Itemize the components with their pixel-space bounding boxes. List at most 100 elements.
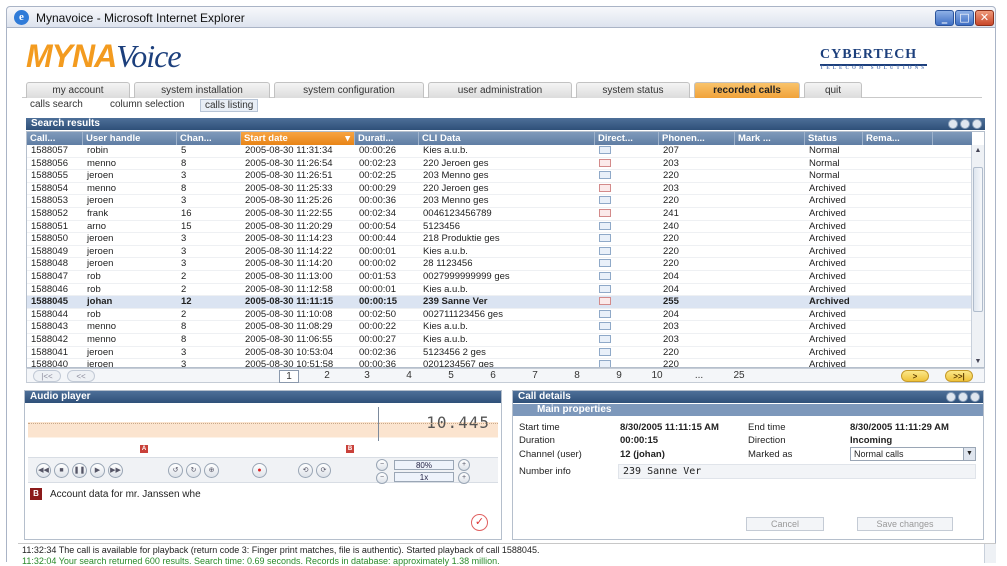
tab-system-configuration[interactable]: system configuration: [274, 82, 424, 98]
page-3[interactable]: 3: [357, 370, 377, 381]
table-row[interactable]: 1588049 jeroen 3 2005-08-30 11:14:22 00:00:0…: [27, 246, 972, 259]
rewind-icon[interactable]: ◀◀: [36, 463, 51, 478]
page-5[interactable]: 5: [441, 370, 461, 381]
pause-icon[interactable]: ❚❚: [72, 463, 87, 478]
cell-call: 1588051: [31, 220, 68, 232]
playhead[interactable]: [378, 407, 379, 441]
col-call[interactable]: Call...: [27, 132, 83, 145]
panel-maximize-icon[interactable]: [960, 119, 970, 129]
col-direction[interactable]: Direct...: [595, 132, 659, 145]
subtab-calls-search[interactable]: calls search: [30, 99, 83, 112]
marker-a[interactable]: A: [140, 445, 148, 453]
speed-down-icon[interactable]: −: [376, 472, 388, 484]
speed-up-icon[interactable]: +: [458, 472, 470, 484]
col-duration[interactable]: Durati...: [355, 132, 419, 145]
col-phone-number[interactable]: Phonen...: [659, 132, 735, 145]
tab-my-account[interactable]: my account: [26, 82, 130, 98]
prev-page-button[interactable]: <<: [67, 370, 95, 382]
page-10[interactable]: 10: [647, 370, 667, 381]
table-row[interactable]: 1588040 jeroen 3 2005-08-30 10:51:58 00:00:3…: [27, 359, 972, 367]
scroll-up-icon[interactable]: ▲: [973, 146, 983, 156]
skip-back-icon[interactable]: ⟲: [298, 463, 313, 478]
main-properties-header[interactable]: Main properties: [513, 404, 983, 416]
table-row[interactable]: 1588053 jeroen 3 2005-08-30 11:25:26 00:00:3…: [27, 195, 972, 208]
col-remarks[interactable]: Rema...: [863, 132, 933, 145]
col-start-date[interactable]: Start date ▾: [241, 132, 355, 145]
table-row[interactable]: 1588048 jeroen 3 2005-08-30 11:14:20 00:00:0…: [27, 258, 972, 271]
cell-status: Archived: [809, 271, 846, 282]
page-4[interactable]: 4: [399, 370, 419, 381]
skip-forward-icon[interactable]: ⟳: [316, 463, 331, 478]
table-row[interactable]: 1588042 menno 8 2005-08-30 11:06:55 00:00:27…: [27, 334, 972, 347]
table-row[interactable]: 1588047 rob 2 2005-08-30 11:13:00 00:01:53 00…: [27, 271, 972, 284]
table-row[interactable]: 1588052 frank 16 2005-08-30 11:22:55 00:02:3…: [27, 208, 972, 221]
details-maximize-icon[interactable]: [958, 392, 968, 402]
first-page-button[interactable]: |<<: [33, 370, 61, 382]
subtab-calls-listing[interactable]: calls listing: [200, 99, 259, 112]
note-text[interactable]: Account data for mr. Janssen whe: [50, 489, 201, 500]
table-row[interactable]: 1588046 rob 2 2005-08-30 11:12:58 00:00:01 Ki…: [27, 284, 972, 297]
speed-field[interactable]: 1x: [394, 472, 454, 482]
tab-system-status[interactable]: system status: [576, 82, 690, 98]
table-row[interactable]: 1588041 jeroen 3 2005-08-30 10:53:04 00:02:3…: [27, 347, 972, 360]
details-restore-icon[interactable]: [946, 392, 956, 402]
fast-forward-icon[interactable]: ▶▶: [108, 463, 123, 478]
scroll-down-icon[interactable]: ▼: [973, 357, 983, 367]
loop-back-icon[interactable]: ↺: [168, 463, 183, 478]
col-cli-data[interactable]: CLI Data: [419, 132, 595, 145]
col-user-handle[interactable]: User handle: [83, 132, 177, 145]
tab-quit[interactable]: quit: [804, 82, 862, 98]
subtab-column-selection[interactable]: column selection: [110, 99, 184, 112]
page-8[interactable]: 8: [567, 370, 587, 381]
tab-system-installation[interactable]: system installation: [134, 82, 270, 98]
page-7[interactable]: 7: [525, 370, 545, 381]
table-row[interactable]: 1588044 rob 2 2005-08-30 11:10:08 00:02:50 00…: [27, 309, 972, 322]
last-page-button[interactable]: >>|: [945, 370, 973, 382]
page-1[interactable]: 1: [279, 370, 299, 383]
log-scrollbar[interactable]: [984, 544, 996, 563]
panel-close-icon[interactable]: [972, 119, 982, 129]
maximize-button[interactable]: □: [955, 10, 974, 26]
table-row[interactable]: 1588043 menno 8 2005-08-30 11:08:29 00:00:22…: [27, 321, 972, 334]
volume-up-icon[interactable]: +: [458, 459, 470, 471]
next-page-button[interactable]: >: [901, 370, 929, 382]
save-changes-button[interactable]: Save changes: [857, 517, 953, 531]
table-row[interactable]: 1588050 jeroen 3 2005-08-30 11:14:23 00:00:4…: [27, 233, 972, 246]
volume-down-icon[interactable]: −: [376, 459, 388, 471]
table-row[interactable]: 1588056 menno 8 2005-08-30 11:26:54 00:02:23…: [27, 158, 972, 171]
scroll-thumb[interactable]: [973, 167, 983, 312]
stop-icon[interactable]: ■: [54, 463, 69, 478]
col-mark[interactable]: Mark ...: [735, 132, 805, 145]
volume-field[interactable]: 80%: [394, 460, 454, 470]
table-row[interactable]: 1588055 jeroen 3 2005-08-30 11:26:51 00:02:2…: [27, 170, 972, 183]
page-9[interactable]: 9: [609, 370, 629, 381]
details-close-icon[interactable]: [970, 392, 980, 402]
page-6[interactable]: 6: [483, 370, 503, 381]
page-2[interactable]: 2: [317, 370, 337, 381]
cell-phone: 220: [663, 233, 679, 245]
panel-restore-icon[interactable]: [948, 119, 958, 129]
table-row[interactable]: 1588054 menno 8 2005-08-30 11:25:33 00:00:29…: [27, 183, 972, 196]
marker-b[interactable]: B: [346, 445, 354, 453]
page-25[interactable]: 25: [729, 370, 749, 381]
annotation-area[interactable]: B Account data for mr. Janssen whe ✓: [28, 485, 498, 537]
minimize-button[interactable]: _: [935, 10, 954, 26]
tab-recorded-calls[interactable]: recorded calls: [694, 82, 800, 98]
cell-start: 2005-08-30 11:25:26: [245, 195, 333, 207]
confirm-check-icon[interactable]: ✓: [471, 514, 488, 531]
waveform[interactable]: 10.445 A B: [28, 407, 498, 453]
col-status[interactable]: Status: [805, 132, 863, 145]
cancel-button[interactable]: Cancel: [746, 517, 824, 531]
play-icon[interactable]: ▶: [90, 463, 105, 478]
table-row[interactable]: 1588051 arno 15 2005-08-30 11:20:29 00:00:54…: [27, 221, 972, 234]
tab-user-administration[interactable]: user administration: [428, 82, 572, 98]
record-icon[interactable]: ●: [252, 463, 267, 478]
table-row[interactable]: 1588045 johan 12 2005-08-30 11:11:15 00:00:1…: [27, 296, 972, 309]
loop-forward-icon[interactable]: ↻: [186, 463, 201, 478]
close-button[interactable]: ✕: [975, 10, 994, 26]
table-row[interactable]: 1588057 robin 5 2005-08-30 11:31:34 00:00:26…: [27, 145, 972, 158]
col-channel[interactable]: Chan...: [177, 132, 241, 145]
table-scrollbar[interactable]: ▲ ▼: [971, 145, 984, 367]
marked-as-select[interactable]: Normal calls ▼: [850, 447, 976, 461]
zoom-icon[interactable]: ⊕: [204, 463, 219, 478]
